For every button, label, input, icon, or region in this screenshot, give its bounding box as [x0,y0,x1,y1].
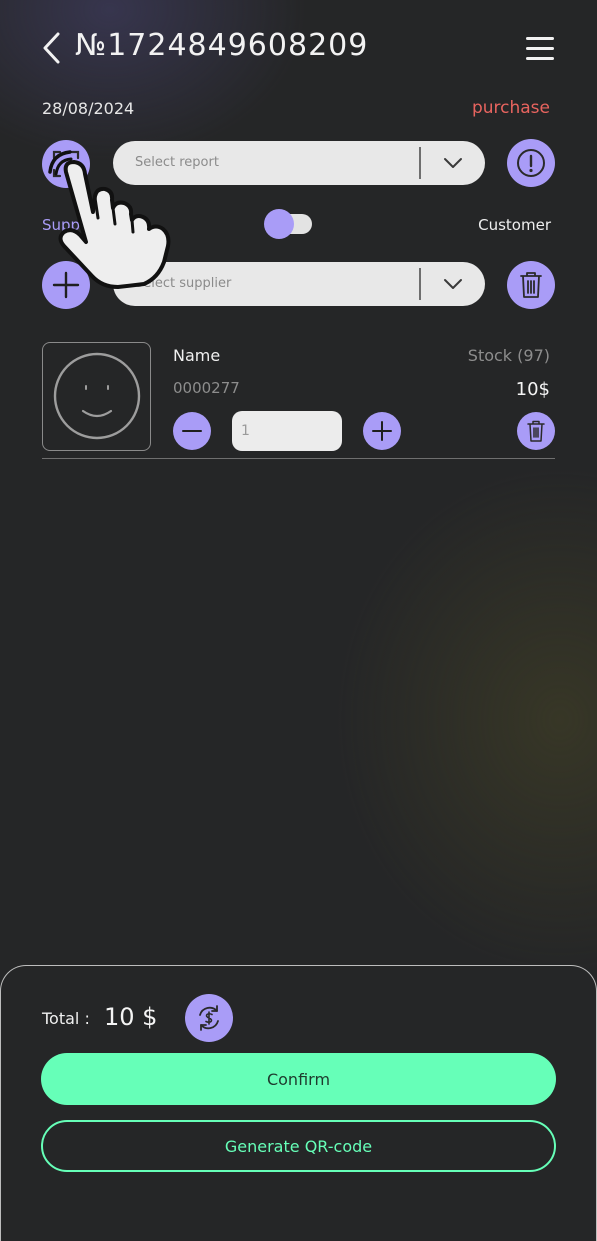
order-date: 28/08/2024 [42,99,135,118]
report-select-placeholder: Select report [135,155,219,170]
product-price: 10$ [515,379,550,400]
add-supplier-button[interactable] [42,261,90,309]
back-button[interactable] [38,30,68,66]
decrease-quantity-button[interactable] [173,412,211,450]
menu-icon [526,37,554,40]
delete-supplier-button[interactable] [507,261,555,309]
chevron-down-icon [444,158,462,168]
plus-icon [372,421,392,441]
party-toggle-knob[interactable] [264,209,294,239]
delete-product-button[interactable] [517,412,555,450]
product-divider [42,458,555,459]
plus-icon [52,271,80,299]
chevron-down-icon [444,279,462,289]
total-value: 10 $ [104,1003,158,1031]
order-type-label: purchase [471,98,550,118]
product-stock: Stock (97) [467,346,550,365]
info-icon [517,149,545,177]
generate-qr-button[interactable]: Generate QR-code [41,1120,556,1172]
minus-icon [182,430,202,432]
face-placeholder-icon [53,352,141,440]
product-image [42,342,151,451]
supplier-select-placeholder: Select supplier [135,276,232,291]
info-button[interactable] [507,139,555,187]
product-name: Name [173,346,221,365]
currency-exchange-button[interactable] [185,994,233,1042]
supplier-select[interactable]: Select supplier [113,262,485,306]
trash-icon [520,272,542,298]
report-select[interactable]: Select report [113,141,485,185]
confirm-button[interactable]: Confirm [41,1053,556,1105]
supplier-toggle-label: Supplier [42,216,104,234]
total-label: Total : [42,1009,90,1028]
increase-quantity-button[interactable] [363,412,401,450]
customer-toggle-label: Customer [478,216,551,234]
confirm-button-label: Confirm [266,1069,331,1089]
generate-qr-button-label: Generate QR-code [224,1136,373,1156]
quantity-input[interactable] [232,411,342,451]
order-number-title: №1724849608209 [75,28,369,63]
scan-icon [52,150,80,178]
menu-button[interactable] [524,34,558,64]
trash-icon [527,420,545,442]
chevron-left-icon [43,32,60,64]
scan-button[interactable] [42,140,90,188]
product-code: 0000277 [173,379,240,397]
currency-exchange-icon [199,1005,219,1031]
